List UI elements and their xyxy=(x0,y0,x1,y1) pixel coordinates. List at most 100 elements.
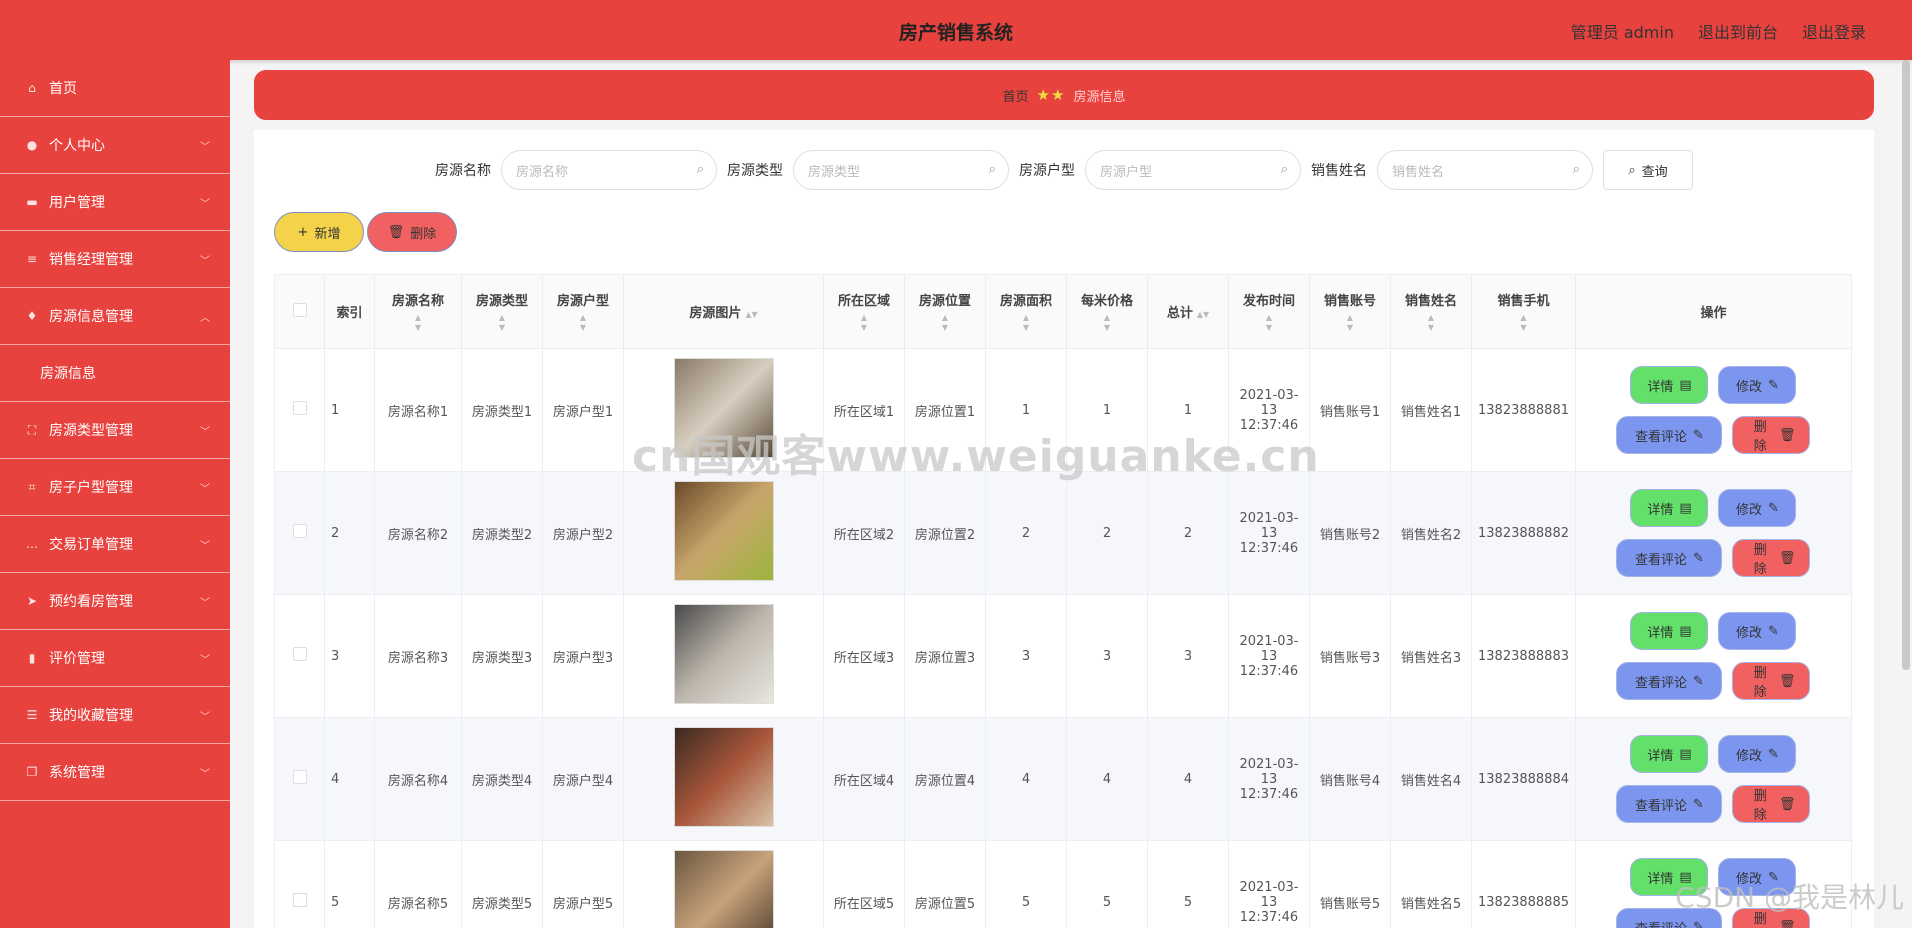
cell-phone: 13823888883 xyxy=(1471,594,1576,718)
trash-icon: 🗑 xyxy=(387,224,405,240)
bulk-delete-button[interactable]: 🗑 删除 xyxy=(367,212,457,252)
cell-phone: 13823888885 xyxy=(1471,840,1576,928)
house-thumbnail[interactable] xyxy=(673,850,774,928)
sidebar-item-0[interactable]: ⌂ 首页 xyxy=(0,60,230,117)
row-checkbox[interactable] xyxy=(292,524,307,538)
edit-button[interactable]: 修改 ✎ xyxy=(1718,489,1797,527)
front-link[interactable]: 退出到前台 xyxy=(1698,19,1778,43)
row-checkbox[interactable] xyxy=(292,893,307,907)
chevron-down-icon: ﹀ xyxy=(200,769,210,780)
sidebar-item-1[interactable]: ● 个人中心 ﹀ xyxy=(0,117,230,174)
house-thumbnail[interactable] xyxy=(673,604,774,704)
search-seller-label: 销售姓名 xyxy=(1311,163,1367,179)
sidebar-item-6[interactable]: ⌗ 房子户型管理 ﹀ xyxy=(0,459,230,516)
search-name-input[interactable]: 房源名称 ⌕ xyxy=(501,150,717,190)
cell-total: 2 xyxy=(1147,471,1229,595)
col-account[interactable]: 销售账号 ▲ ▼ xyxy=(1309,274,1391,349)
cell-actions: 详情▤修改✎ 查看评论✎删除🗑 xyxy=(1574,594,1853,718)
sidebar-item-3[interactable]: ≡ 销售经理管理 ﹀ xyxy=(0,231,230,288)
search-icon: ⌕ xyxy=(696,162,704,177)
view-reviews-button[interactable]: 查看评论✎ xyxy=(1616,416,1723,454)
search-layout-input[interactable]: 房源户型 ⌕ xyxy=(1085,150,1301,190)
chevron-down-icon: ﹀ xyxy=(200,598,210,609)
sidebar-item-10[interactable]: ☰ 我的收藏管理 ﹀ xyxy=(0,687,230,744)
row-actions: 详情▤修改✎ 查看评论✎删除🗑 xyxy=(1582,366,1845,454)
cell-location: 房源位置3 xyxy=(904,594,986,718)
row-checkbox[interactable] xyxy=(292,647,307,661)
detail-button[interactable]: 详情 ▤ xyxy=(1630,612,1709,650)
house-thumbnail[interactable] xyxy=(673,358,774,458)
col-location[interactable]: 房源位置 ▲ ▼ xyxy=(904,274,986,349)
sidebar-item-7[interactable]: … 交易订单管理 ﹀ xyxy=(0,516,230,573)
view-reviews-button[interactable]: 查看评论✎ xyxy=(1616,539,1723,577)
table-header-row: 索引 房源名称 ▲ ▼ 房源类型 ▲ ▼ 房源户型 ▲ ▼ 房源图片 ▲▼ 所在区域 ▲ ▼ 房源… xyxy=(274,274,1853,349)
sidebar-item-8[interactable]: ➤ 预约看房管理 ﹀ xyxy=(0,573,230,630)
edit-button[interactable]: 修改 ✎ xyxy=(1718,612,1797,650)
edit-button[interactable]: 修改 ✎ xyxy=(1718,366,1797,404)
col-size[interactable]: 房源面积 ▲ ▼ xyxy=(985,274,1067,349)
csdn-watermark: CSDN @我是林儿 xyxy=(1675,881,1904,914)
view-reviews-button[interactable]: 查看评论✎ xyxy=(1616,785,1723,823)
col-type[interactable]: 房源类型 ▲ ▼ xyxy=(461,274,543,349)
chevron-down-icon: ﹀ xyxy=(200,199,210,210)
page-scrollbar[interactable] xyxy=(1902,60,1910,670)
logout-link[interactable]: 退出登录 xyxy=(1802,19,1866,43)
row-checkbox[interactable] xyxy=(292,770,307,784)
row-checkbox[interactable] xyxy=(292,401,307,415)
col-layout[interactable]: 房源户型 ▲ ▼ xyxy=(542,274,624,349)
col-total[interactable]: 总计 ▲▼ xyxy=(1147,274,1229,349)
delete-row-button[interactable]: 删除🗑 xyxy=(1732,416,1811,454)
detail-button[interactable]: 详情 ▤ xyxy=(1630,366,1709,404)
house-thumbnail[interactable] xyxy=(673,481,774,581)
cell-index: 1 xyxy=(324,348,375,472)
delete-row-button[interactable]: 删除🗑 xyxy=(1732,785,1811,823)
sidebar-item-5[interactable]: ⛶ 房源类型管理 ﹀ xyxy=(0,402,230,459)
col-name[interactable]: 房源名称 ▲ ▼ xyxy=(374,274,462,349)
col-phone[interactable]: 销售手机 ▲ ▼ xyxy=(1471,274,1576,349)
search-icon: ⌕ xyxy=(988,162,996,177)
cell-actions: 详情▤修改✎ 查看评论✎删除🗑 xyxy=(1574,717,1853,841)
delete-row-button[interactable]: 删除🗑 xyxy=(1732,662,1811,700)
detail-button[interactable]: 详情 ▤ xyxy=(1630,489,1709,527)
chevron-up-icon: ︿ xyxy=(200,313,210,324)
detail-button[interactable]: 详情 ▤ xyxy=(1630,735,1709,773)
trash-icon: 🗑 xyxy=(1778,550,1796,566)
search-seller-input[interactable]: 销售姓名 ⌕ xyxy=(1377,150,1593,190)
col-price[interactable]: 每米价格 ▲ ▼ xyxy=(1066,274,1148,349)
house-thumbnail[interactable] xyxy=(673,727,774,827)
chevron-down-icon: ﹀ xyxy=(200,541,210,552)
list-icon: ☰ xyxy=(26,708,38,722)
search-layout-label: 房源户型 xyxy=(1019,163,1075,179)
col-region[interactable]: 所在区域 ▲ ▼ xyxy=(823,274,905,349)
edit-button[interactable]: 修改 ✎ xyxy=(1718,735,1797,773)
sidebar-item-11[interactable]: ❐ 系统管理 ﹀ xyxy=(0,744,230,801)
sidebar-item-label: 预约看房管理 xyxy=(49,594,133,610)
cell-price: 1 xyxy=(1066,348,1148,472)
cell-image xyxy=(623,348,824,472)
cell-name: 房源名称2 xyxy=(374,471,462,595)
table-row: 1 房源名称1 房源类型1 房源户型1 所在区域1 房源位置1 1 1 1 2021-03-13 … xyxy=(274,348,1853,472)
row-select-cell xyxy=(274,840,325,928)
sidebar-subitem-house-info[interactable]: 房源信息 xyxy=(0,345,230,402)
col-seller[interactable]: 销售姓名 ▲ ▼ xyxy=(1390,274,1472,349)
sidebar-item-9[interactable]: ▮ 评价管理 ﹀ xyxy=(0,630,230,687)
document-icon: ▤ xyxy=(1679,377,1692,393)
cell-price: 2 xyxy=(1066,471,1148,595)
col-image[interactable]: 房源图片 ▲▼ xyxy=(623,274,824,349)
sidebar-item-2[interactable]: ▬ 用户管理 ﹀ xyxy=(0,174,230,231)
sidebar-item-label: 用户管理 xyxy=(49,195,105,211)
cell-size: 4 xyxy=(985,717,1067,841)
cell-total: 5 xyxy=(1147,840,1229,928)
add-button[interactable]: + 新增 xyxy=(274,212,364,252)
breadcrumb-home[interactable]: 首页 xyxy=(1003,86,1029,105)
cell-region: 所在区域1 xyxy=(823,348,905,472)
sidebar: ⌂ 首页 ● 个人中心 ﹀ ▬ 用户管理 ﹀ ≡ 销售经理管理 ﹀ ♦ 房源信息管理 ︿ 房源信息 ⛶ 房源类型… xyxy=(0,60,230,928)
sidebar-item-4[interactable]: ♦ 房源信息管理 ︿ xyxy=(0,288,230,345)
sidebar-item-label: 评价管理 xyxy=(49,651,105,667)
search-type-input[interactable]: 房源类型 ⌕ xyxy=(793,150,1009,190)
view-reviews-button[interactable]: 查看评论✎ xyxy=(1616,662,1723,700)
delete-row-button[interactable]: 删除🗑 xyxy=(1732,539,1811,577)
query-button[interactable]: ⌕ 查询 xyxy=(1603,150,1693,190)
col-time[interactable]: 发布时间 ▲ ▼ xyxy=(1228,274,1310,349)
select-all-checkbox[interactable] xyxy=(292,302,307,317)
